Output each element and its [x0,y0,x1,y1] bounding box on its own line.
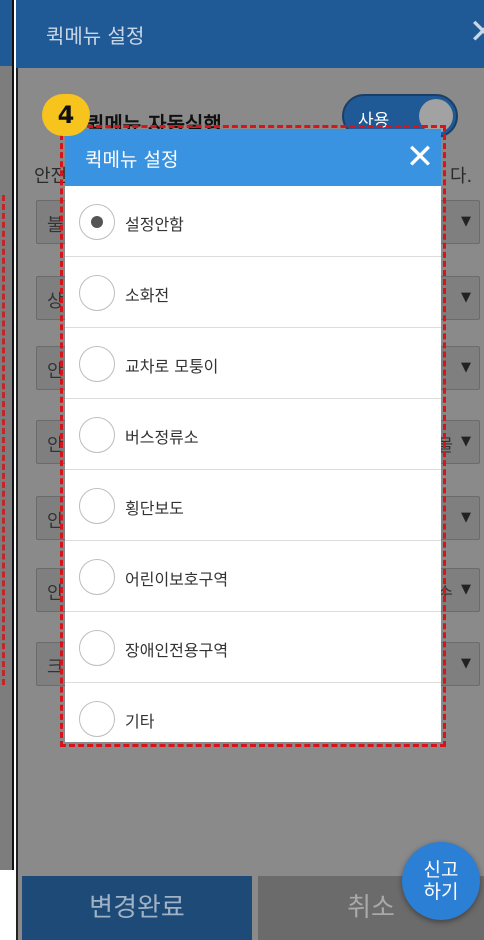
left-panel-header-edge [0,0,12,66]
report-button-line1: 신고 [423,859,459,881]
safety-text-end: 다. [450,166,473,187]
option-school-zone[interactable]: 어린이보호구역 [65,541,441,612]
panel-close-icon[interactable]: ✕ [468,14,484,50]
option-label: 어린이보호구역 [125,570,229,589]
radio-button[interactable] [79,275,115,311]
chevron-down-icon: ▼ [461,510,471,525]
report-button[interactable]: 신고 하기 [402,842,480,920]
option-label: 횡단보도 [125,499,184,518]
radio-selected-dot [91,216,103,228]
panel-title: 퀵메뉴 설정 [46,24,145,48]
option-label: 설정안함 [125,215,184,234]
option-list: 설정안함 소화전 교차로 모퉁이 버스정류소 횡단보도 어린이보호구역 장애인전… [65,186,441,742]
panel-divider [12,0,14,870]
option-label: 소화전 [125,286,170,305]
radio-button[interactable] [79,204,115,240]
chevron-down-icon: ▼ [461,214,471,229]
chevron-down-icon: ▼ [461,360,471,375]
option-crosswalk[interactable]: 횡단보도 [65,470,441,541]
option-label: 교차로 모퉁이 [125,357,219,376]
option-hydrant[interactable]: 소화전 [65,257,441,328]
chevron-down-icon: ▼ [461,656,471,671]
option-label: 기타 [125,712,155,731]
left-highlight-edge [2,195,5,685]
chevron-down-icon: ▼ [461,434,471,449]
option-intersection-corner[interactable]: 교차로 모퉁이 [65,328,441,399]
quick-menu-dialog: 퀵메뉴 설정 ✕ 설정안함 소화전 교차로 모퉁이 버스정류소 횡단보도 어린이… [65,129,441,742]
radio-button[interactable] [79,559,115,595]
chevron-down-icon: ▼ [461,290,471,305]
option-none[interactable]: 설정안함 [65,186,441,257]
close-icon[interactable]: ✕ [403,137,437,177]
report-button-line2: 하기 [423,881,459,903]
option-bus-stop[interactable]: 버스정류소 [65,399,441,470]
chevron-down-icon: ▼ [461,582,471,597]
option-other[interactable]: 기타 [65,683,441,742]
radio-button[interactable] [79,630,115,666]
radio-button[interactable] [79,488,115,524]
screen: 퀵메뉴 설정 ✕ 퀵메뉴 자동실행 사용 안전 다. 불 ▼ 상 ▼ 안 ▼ 안… [0,0,484,940]
step-number-badge: 4 [42,94,90,136]
radio-button[interactable] [79,346,115,382]
option-label: 장애인전용구역 [125,641,229,660]
radio-button[interactable] [79,417,115,453]
option-label: 버스정류소 [125,428,199,447]
change-complete-button[interactable]: 변경완료 [22,876,252,940]
panel-header: 퀵메뉴 설정 ✕ [16,0,484,68]
dialog-header: 퀵메뉴 설정 ✕ [65,129,441,186]
dialog-title: 퀵메뉴 설정 [85,149,179,171]
radio-button[interactable] [79,701,115,737]
option-disabled-zone[interactable]: 장애인전용구역 [65,612,441,683]
